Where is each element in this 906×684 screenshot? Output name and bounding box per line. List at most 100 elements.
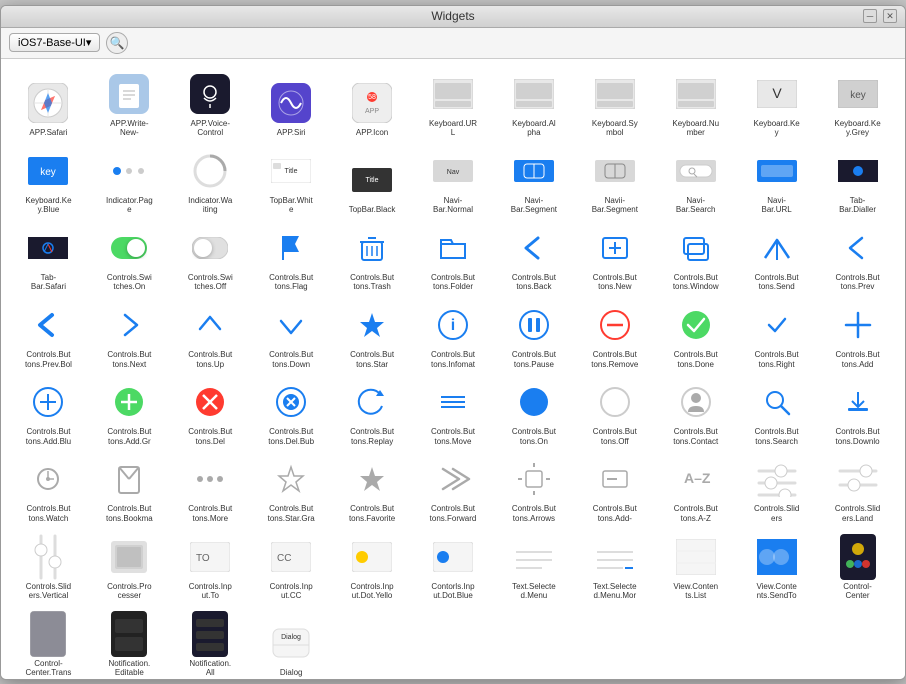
widget-item-keyboard-key-grey[interactable]: keyKeyboard.Ke y.Grey (818, 67, 897, 142)
widget-label-btn-up: Controls.But tons.Up (188, 350, 232, 369)
widget-item-btn-del-bub[interactable]: Controls.But tons.Del.Bub (252, 375, 331, 450)
widget-item-btn-arrows[interactable]: Controls.But tons.Arrows (494, 452, 573, 527)
widget-item-btn-new[interactable]: Controls.But tons.New (575, 221, 654, 296)
widget-item-controls-center[interactable]: Control- Center (818, 530, 897, 605)
widget-item-btn-trash[interactable]: Controls.But tons.Trash (333, 221, 412, 296)
widget-icon-btn-down (268, 302, 314, 348)
widget-item-app-write[interactable]: APP.Write- New- (90, 67, 169, 142)
widget-label-btn-trash: Controls.But tons.Trash (350, 273, 394, 292)
widget-item-btn-on[interactable]: Controls.But tons.On (494, 375, 573, 450)
search-button[interactable]: 🔍 (106, 32, 128, 54)
widget-item-keyboard-symbol[interactable]: Keyboard.Sy mbol (575, 67, 654, 142)
widget-item-navbar-segment[interactable]: Navi- Bar.Segment (494, 144, 573, 219)
widget-item-sliders-land[interactable]: Controls.Slid ers.Land (818, 452, 897, 527)
widget-item-notification-editable[interactable]: Notification. Editable (90, 607, 169, 679)
widget-item-processors[interactable]: Controls.Pro cesser (90, 530, 169, 605)
widget-item-keyboard-key-blue[interactable]: keyKeyboard.Ke y.Blue (9, 144, 88, 219)
widget-item-btn-move[interactable]: Controls.But tons.Move (414, 375, 493, 450)
minimize-button[interactable]: － (863, 9, 877, 23)
widget-item-keyboard-key[interactable]: VKeyboard.Ke y (737, 67, 816, 142)
widget-item-btn-flag[interactable]: Controls.But tons.Flag (252, 221, 331, 296)
widget-item-dialog[interactable]: DialogDialog (252, 607, 331, 679)
widget-item-navbar-normal[interactable]: NavNavi- Bar.Normal (414, 144, 493, 219)
content-area[interactable]: APP.Safari APP.Write- New-APP.Voice- Cont… (1, 59, 905, 679)
widget-item-btn-pause[interactable]: Controls.But tons.Pause (494, 298, 573, 373)
widget-item-control-center-trans[interactable]: Control- Center.Trans (9, 607, 88, 679)
widget-item-switches-off[interactable]: Controls.Swi tches.Off (171, 221, 250, 296)
widget-item-sliders-vert[interactable]: Controls.Slid ers.Vertical (9, 530, 88, 605)
widget-item-app-voice[interactable]: APP.Voice- Control (171, 67, 250, 142)
widget-item-indicator-waiting[interactable]: Indicator.Wa iting (171, 144, 250, 219)
widget-item-text-selected-menu-mor[interactable]: Text.Selecte d.Menu.Mor (575, 530, 654, 605)
widget-item-input-dot-blue[interactable]: Contorls.Inp ut.Dot.Blue (414, 530, 493, 605)
widget-item-keyboard-number[interactable]: Keyboard.Nu mber (656, 67, 735, 142)
widget-item-btn-star-gra[interactable]: Controls.But tons.Star.Gra (252, 452, 331, 527)
widget-item-btn-prev[interactable]: Controls.But tons.Prev (818, 221, 897, 296)
widget-item-btn-favorite[interactable]: Controls.But tons.Favorite (333, 452, 412, 527)
widget-item-view-contents-list[interactable]: View.Conten ts.List (656, 530, 735, 605)
widget-icon-btn-prev (835, 225, 881, 271)
widget-item-btn-folder[interactable]: Controls.But tons.Folder (414, 221, 493, 296)
widget-label-navbar-url: Navi- Bar.URL (762, 196, 792, 215)
widget-item-input-dot-yello[interactable]: Controls.Inp ut.Dot.Yello (333, 530, 412, 605)
widget-item-btn-add-dash[interactable]: Controls.But tons.Add- (575, 452, 654, 527)
widget-item-btn-contact[interactable]: Controls.But tons.Contact (656, 375, 735, 450)
widget-item-app-safari[interactable]: APP.Safari (9, 67, 88, 142)
svg-text:V: V (772, 85, 782, 101)
widget-item-btn-downlo[interactable]: Controls.But tons.Downlo (818, 375, 897, 450)
close-button[interactable]: ✕ (883, 9, 897, 23)
widget-item-btn-down[interactable]: Controls.But tons.Down (252, 298, 331, 373)
main-window: Widgets － ✕ iOS7-Base-UI▾ 🔍 APP.SafariAP… (0, 5, 906, 680)
widget-item-btn-search[interactable]: Controls.But tons.Search (737, 375, 816, 450)
widget-item-btn-window[interactable]: Controls.But tons.Window (656, 221, 735, 296)
widget-item-navbar-search[interactable]: Navi- Bar.Search (656, 144, 735, 219)
widget-item-btn-infomat[interactable]: iControls.But tons.Infomat (414, 298, 493, 373)
widget-item-btn-send[interactable]: Controls.But tons.Send (737, 221, 816, 296)
widget-item-btn-forward[interactable]: Controls.But tons.Forward (414, 452, 493, 527)
widget-icon-btn-next (106, 302, 152, 348)
widget-item-topbar-black[interactable]: TitleTopBar.Black (333, 144, 412, 219)
widget-icon-notification-all (187, 611, 233, 657)
widget-item-switches-on[interactable]: Controls.Swi tches.On (90, 221, 169, 296)
widget-label-app-safari: APP.Safari (29, 128, 67, 138)
widget-item-indicator-page[interactable]: Indicator.Pag e (90, 144, 169, 219)
widget-item-text-selected-menu[interactable]: Text.Selecte d.Menu (494, 530, 573, 605)
widget-icon-btn-arrows (511, 456, 557, 502)
widget-item-btn-up[interactable]: Controls.But tons.Up (171, 298, 250, 373)
widget-item-keyboard-alpha[interactable]: Keyboard.Al pha (494, 67, 573, 142)
widget-item-btn-done[interactable]: Controls.But tons.Done (656, 298, 735, 373)
widget-item-view-contents-sendto[interactable]: View.Conte nts.SendTo (737, 530, 816, 605)
widget-item-input-to[interactable]: TOControls.Inp ut.To (171, 530, 250, 605)
widget-icon-text-selected-menu-mor (592, 534, 638, 580)
widget-item-btn-next[interactable]: Controls.But tons.Next (90, 298, 169, 373)
widget-item-btn-prev-bol[interactable]: Controls.But tons.Prev.Bol (9, 298, 88, 373)
widget-item-btn-add-gr[interactable]: Controls.But tons.Add.Gr (90, 375, 169, 450)
widget-item-btn-add[interactable]: Controls.But tons.Add (818, 298, 897, 373)
widget-label-keyboard-alpha: Keyboard.Al pha (512, 119, 556, 138)
widget-item-btn-remove[interactable]: Controls.But tons.Remove (575, 298, 654, 373)
widget-item-app-siri[interactable]: APP.Siri (252, 67, 331, 142)
widget-item-sliders[interactable]: Controls.Slid ers (737, 452, 816, 527)
widget-item-btn-right[interactable]: Controls.But tons.Right (737, 298, 816, 373)
widget-label-topbar-black: TopBar.Black (349, 205, 396, 215)
widget-item-topbar-white[interactable]: TitleTopBar.Whit e (252, 144, 331, 219)
widget-item-tabbar-safari[interactable]: Tab- Bar.Safari (9, 221, 88, 296)
widget-item-btn-az[interactable]: A–ZControls.But tons.A-Z (656, 452, 735, 527)
widget-item-notification-all[interactable]: Notification. All (171, 607, 250, 679)
widget-item-app-icon[interactable]: 58APPAPP.Icon (333, 67, 412, 142)
widget-item-btn-bookma[interactable]: Controls.But tons.Bookma (90, 452, 169, 527)
widget-item-btn-star[interactable]: Controls.But tons.Star (333, 298, 412, 373)
widget-item-keyboard-url[interactable]: Keyboard.UR L (414, 67, 493, 142)
widget-item-navii-segment[interactable]: Navii- Bar.Segment (575, 144, 654, 219)
theme-dropdown[interactable]: iOS7-Base-UI▾ (9, 33, 100, 52)
widget-item-btn-replay[interactable]: Controls.But tons.Replay (333, 375, 412, 450)
widget-item-btn-back[interactable]: Controls.But tons.Back (494, 221, 573, 296)
widget-item-btn-off[interactable]: Controls.But tons.Off (575, 375, 654, 450)
widget-item-btn-add-blu[interactable]: Controls.But tons.Add.Blu (9, 375, 88, 450)
widget-item-tabbar-dialler[interactable]: Tab- Bar.Dialler (818, 144, 897, 219)
widget-item-btn-more[interactable]: Controls.But tons.More (171, 452, 250, 527)
widget-item-btn-watch[interactable]: Controls.But tons.Watch (9, 452, 88, 527)
widget-item-input-cc[interactable]: CCControls.Inp ut.CC (252, 530, 331, 605)
widget-item-navbar-url[interactable]: Navi- Bar.URL (737, 144, 816, 219)
widget-item-btn-del[interactable]: Controls.But tons.Del (171, 375, 250, 450)
